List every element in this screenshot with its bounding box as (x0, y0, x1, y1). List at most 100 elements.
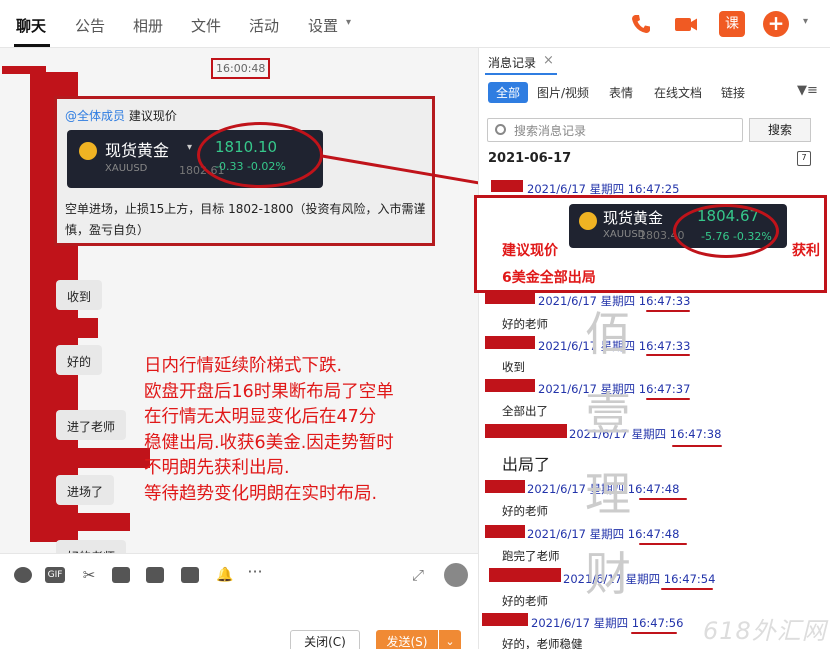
watermark-char: 财 (585, 547, 631, 601)
filter-links[interactable]: 链接 (721, 84, 745, 101)
exit-highlight-box: 现货黄金 XAUUSD 1803.40 1804.67 -5.76 -0.32%… (474, 195, 827, 293)
time-underline (646, 398, 690, 400)
search-icon (495, 124, 506, 135)
time-underline (646, 354, 690, 356)
history-title: 消息记录 (488, 56, 537, 70)
record-text: 出局了 (502, 455, 551, 474)
mention-all[interactable]: @全体成员 (65, 109, 125, 123)
reply-bubble: 收到 (56, 280, 103, 310)
tab-activity[interactable]: 活动 (249, 15, 279, 36)
record-text: 全部出了 (502, 404, 548, 418)
highlighted-trade-message[interactable]: @全体成员 建议现价 现货黄金 ▾ XAUUSD 1802.61 1810.10… (54, 96, 435, 246)
emoji-icon[interactable] (14, 567, 32, 583)
send-options-chevron-icon[interactable]: ⌄ (439, 630, 461, 649)
close-button[interactable]: 关闭(C) (290, 630, 360, 649)
history-search-input[interactable]: 搜索消息记录 (487, 118, 743, 142)
redacted-name (489, 568, 561, 582)
lesson-icon[interactable]: 课 (719, 11, 745, 37)
filter-sticker[interactable]: 表情 (609, 84, 633, 101)
filter-media[interactable]: 图片/视频 (537, 84, 589, 101)
voice-call-icon[interactable] (628, 11, 654, 37)
search-placeholder: 搜索消息记录 (514, 124, 587, 138)
tab-chat[interactable]: 聊天 (16, 15, 46, 36)
composer-toolbar: GIF ✂ 🔔 ··· ⤢ (0, 553, 478, 595)
reply-bubble: 进场了 (56, 475, 115, 505)
redacted-name (485, 424, 567, 438)
gold-coin-icon (79, 142, 97, 160)
gold-coin-icon (579, 212, 597, 230)
video-call-icon[interactable] (673, 11, 699, 37)
chat-message-area[interactable]: 16:00:48 @全体成员 建议现价 现货黄金 ▾ XAUUSD 1802.6… (0, 48, 478, 553)
record-text: 收到 (502, 360, 525, 374)
time-underline (639, 543, 687, 545)
reply-bubble: 好的老师 (56, 540, 127, 553)
time-underline (631, 632, 677, 634)
redacted-bar (40, 513, 130, 531)
analysis-annotation: 日内行情延续阶梯式下跌. 欧盘开盘后16时果断布局了空单 在行情无太明显变化后在… (144, 356, 394, 504)
annotation-left: 建议现价 (502, 243, 558, 259)
price-highlight-circle (197, 122, 323, 188)
redacted-name (485, 379, 535, 392)
redacted-name (485, 336, 535, 349)
filter-all[interactable]: 全部 (488, 82, 529, 103)
folder-icon[interactable] (112, 567, 130, 583)
record-text: 好的老师 (502, 317, 548, 331)
record-text: 跑完了老师 (502, 549, 560, 563)
watermark-char: 理 (585, 467, 631, 521)
tab-notice[interactable]: 公告 (75, 15, 105, 36)
time-underline (661, 588, 713, 590)
tab-album[interactable]: 相册 (133, 15, 163, 36)
redacted-bar (40, 448, 150, 468)
history-clock-icon[interactable] (444, 563, 468, 587)
more-icon[interactable]: ··· (246, 564, 264, 583)
expand-icon[interactable]: ⤢ (409, 567, 427, 583)
time-underline (639, 498, 687, 500)
message-input[interactable]: 关闭(C) 发送(S) ⌄ (0, 595, 478, 649)
trade-message-text: 空单进场，止损15上方，目标 1802-1800（投资有风险，入市需谨慎，盈亏自… (65, 202, 426, 237)
message-timestamp: 16:00:48 (211, 58, 271, 79)
message-history-panel: 消息记录 × 全部 图片/视频 表情 在线文档 链接 ▼≡ 搜索消息记录 搜索 … (478, 48, 830, 649)
quote-code: XAUUSD (105, 163, 148, 174)
history-tab-indicator (485, 73, 557, 75)
quote-dropdown-icon: ▾ (187, 142, 193, 153)
tab-file[interactable]: 文件 (191, 15, 221, 36)
filter-options-icon[interactable]: ▼≡ (797, 83, 818, 98)
record-text: 好的老师 (502, 504, 548, 518)
record-meta: 2021/6/17 星期四 16:47:56 (531, 616, 684, 630)
record-text: 好的，老师稳健 (502, 637, 583, 649)
annotation-bottom: 6美金全部出局 (502, 270, 596, 286)
redacted-bar (36, 318, 98, 338)
calendar-icon[interactable]: 7 (797, 151, 811, 166)
quote-name: 现货黄金 (603, 209, 664, 227)
settings-chevron-icon[interactable]: ▾ (346, 17, 351, 28)
redacted-name (485, 525, 525, 538)
annotation-right: 获利 (792, 243, 820, 259)
brand-watermark: 618外汇网 (703, 617, 827, 645)
exit-price-circle (673, 204, 779, 258)
app-window: 聊天 公告 相册 文件 活动 设置 ▾ 课 + ▾ 16:00:48 @全体成员… (0, 0, 830, 649)
redacted-name (482, 613, 528, 626)
tab-settings[interactable]: 设置 (308, 15, 338, 36)
mention-line: @全体成员 建议现价 (65, 107, 177, 124)
history-close-icon[interactable]: × (543, 53, 554, 68)
quote-name: 现货黄金 (105, 141, 170, 160)
more-chevron-icon[interactable]: ▾ (803, 16, 808, 27)
image-icon[interactable] (181, 567, 199, 583)
reply-bubble: 进了老师 (56, 410, 127, 440)
add-icon[interactable]: + (763, 11, 789, 37)
redacted-name (491, 180, 523, 192)
bell-icon[interactable]: 🔔 (216, 567, 234, 583)
search-button[interactable]: 搜索 (749, 118, 811, 142)
reply-bubble: 好的 (56, 345, 103, 375)
filter-docs[interactable]: 在线文档 (654, 84, 702, 101)
tab-active-indicator (14, 44, 50, 47)
send-button[interactable]: 发送(S) (376, 630, 438, 649)
scissors-icon[interactable]: ✂ (80, 567, 98, 583)
watermark-char: 佰 (585, 307, 631, 361)
gif-icon[interactable]: GIF (45, 567, 65, 583)
mention-text: 建议现价 (128, 109, 177, 123)
time-underline (646, 310, 690, 312)
redacted-name (485, 480, 525, 493)
doc-icon[interactable] (146, 567, 164, 583)
record-text: 好的老师 (502, 594, 548, 608)
